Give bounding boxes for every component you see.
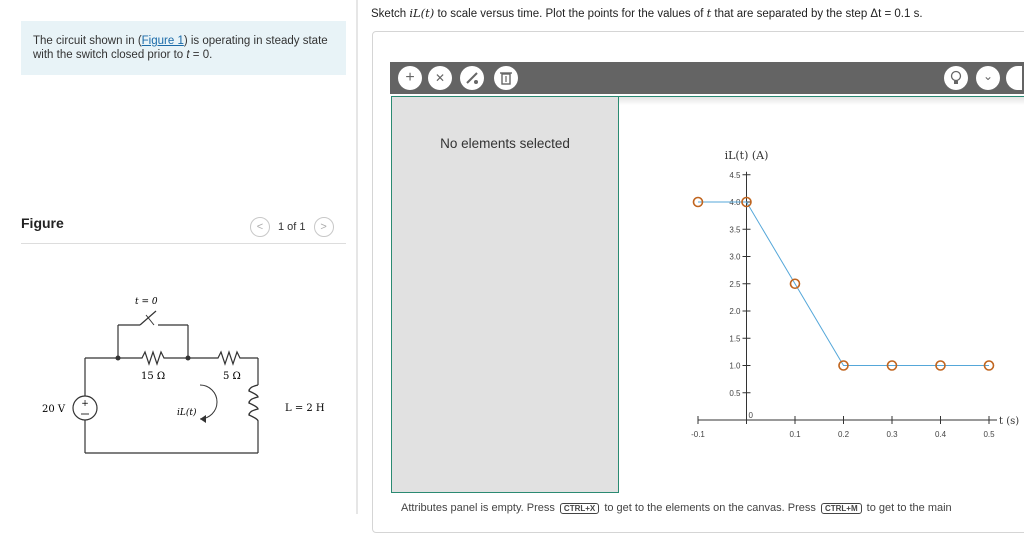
task-function: iL(t)	[409, 6, 435, 20]
series-line	[698, 201, 989, 366]
y-axis-label: iL(t) (A)	[725, 149, 769, 162]
x-tick-label: 0	[749, 411, 754, 420]
add-line-button[interactable]	[460, 66, 484, 90]
attr-text-start: Attributes panel is empty. Press	[401, 502, 558, 514]
hint-button[interactable]	[944, 66, 968, 90]
chevron-down-icon: ⌄	[982, 69, 994, 83]
shortcut-key-2: CTRL+M	[820, 503, 862, 514]
task-suffix: that are separated by the step Δt = 0.1 …	[711, 8, 923, 20]
source-plus: +	[81, 399, 89, 409]
figure-pager: < 1 of 1 >	[250, 217, 334, 237]
shortcut-key-1: CTRL+X	[559, 503, 600, 514]
trash-icon	[500, 72, 512, 85]
arrowhead-icon	[200, 415, 206, 423]
x-tick-label: 0.3	[886, 430, 898, 439]
task-instructions: Sketch iL(t) to scale versus time. Plot …	[371, 6, 923, 20]
t-equals: = 0.	[189, 49, 213, 61]
chevron-left-icon: <	[256, 221, 264, 233]
attributes-panel-message: Attributes panel is empty. Press CTRL+X …	[401, 502, 952, 514]
graph-canvas[interactable]: 0.51.01.52.02.53.03.54.04.5-0.100.1 0.2 0.…	[619, 140, 1024, 450]
circuit-diagram: + 20 V 15 Ω 5 Ω t = 0 L = 2 H iL(t)	[42, 297, 325, 454]
lightbulb-icon	[950, 70, 962, 84]
x-axis-label: t (s)	[999, 416, 1019, 427]
problem-text-start: The circuit shown in (	[33, 35, 142, 47]
node-a	[115, 355, 121, 361]
x-tick-label: 0.1	[789, 430, 801, 439]
chart-axes: 0.51.01.52.02.53.03.54.04.5-0.100.1 0.2 0.…	[691, 149, 1019, 439]
resistor-5	[188, 350, 258, 366]
no-elements-message: No elements selected	[440, 136, 570, 151]
y-tick-label: 3.0	[729, 253, 741, 262]
r2-label: 5 Ω	[223, 371, 241, 382]
y-tick-label: 3.5	[729, 225, 741, 234]
x-tick-label: 0.5	[983, 430, 995, 439]
y-tick-label: 1.5	[729, 334, 741, 343]
y-tick-label: 4.5	[729, 171, 741, 180]
graph-toolbar: + ✕ ⌄	[390, 62, 1024, 94]
cross-icon: ✕	[434, 71, 446, 85]
chevron-right-icon: >	[320, 221, 327, 233]
task-prefix: Sketch	[371, 8, 410, 20]
task-middle: to scale versus time. Plot the points fo…	[434, 8, 707, 20]
attr-text-end: to get to the main	[863, 502, 952, 514]
options-dropdown-button[interactable]: ⌄	[976, 66, 1000, 90]
pane-divider	[356, 0, 358, 514]
x-tick-label: 0.2	[838, 430, 850, 439]
figure-page-count: 1 of 1	[278, 221, 306, 233]
attr-text-middle: to get to the elements on the canvas. Pr…	[601, 502, 819, 514]
y-tick-label: 2.5	[729, 280, 741, 289]
y-tick-label: 1.0	[729, 362, 741, 371]
selection-panel: No elements selected	[391, 96, 619, 493]
switch-label: t = 0	[135, 297, 158, 307]
figure-title: Figure	[21, 215, 64, 231]
current-label: iL(t)	[177, 407, 197, 418]
plus-icon: +	[405, 69, 415, 86]
y-tick-label: 2.0	[729, 307, 741, 316]
canvas-shadow	[619, 97, 1024, 105]
delete-point-button[interactable]: ✕	[428, 66, 452, 90]
figure-divider	[21, 243, 346, 244]
problem-statement: The circuit shown in (Figure 1) is opera…	[21, 21, 346, 75]
more-button[interactable]	[1006, 66, 1022, 90]
add-point-button[interactable]: +	[398, 66, 422, 90]
resistor-15	[118, 350, 188, 366]
inductor-label: L = 2 H	[285, 403, 325, 414]
inductor	[248, 384, 259, 422]
pencil-icon	[466, 72, 478, 84]
y-tick-label: 0.5	[729, 389, 741, 398]
source-label: 20 V	[42, 404, 66, 415]
r1-label: 15 Ω	[141, 371, 165, 382]
next-figure-button[interactable]: >	[313, 217, 334, 237]
node-b	[185, 355, 191, 361]
prev-figure-button[interactable]: <	[250, 217, 270, 237]
problem-text: The circuit shown in (Figure 1) is opera…	[33, 34, 333, 62]
trash-button[interactable]	[494, 66, 518, 90]
current-arrow	[199, 384, 218, 420]
x-tick-label: -0.1	[691, 430, 705, 439]
figure-link[interactable]: Figure 1	[142, 35, 184, 47]
x-tick-label: 0.4	[935, 430, 947, 439]
